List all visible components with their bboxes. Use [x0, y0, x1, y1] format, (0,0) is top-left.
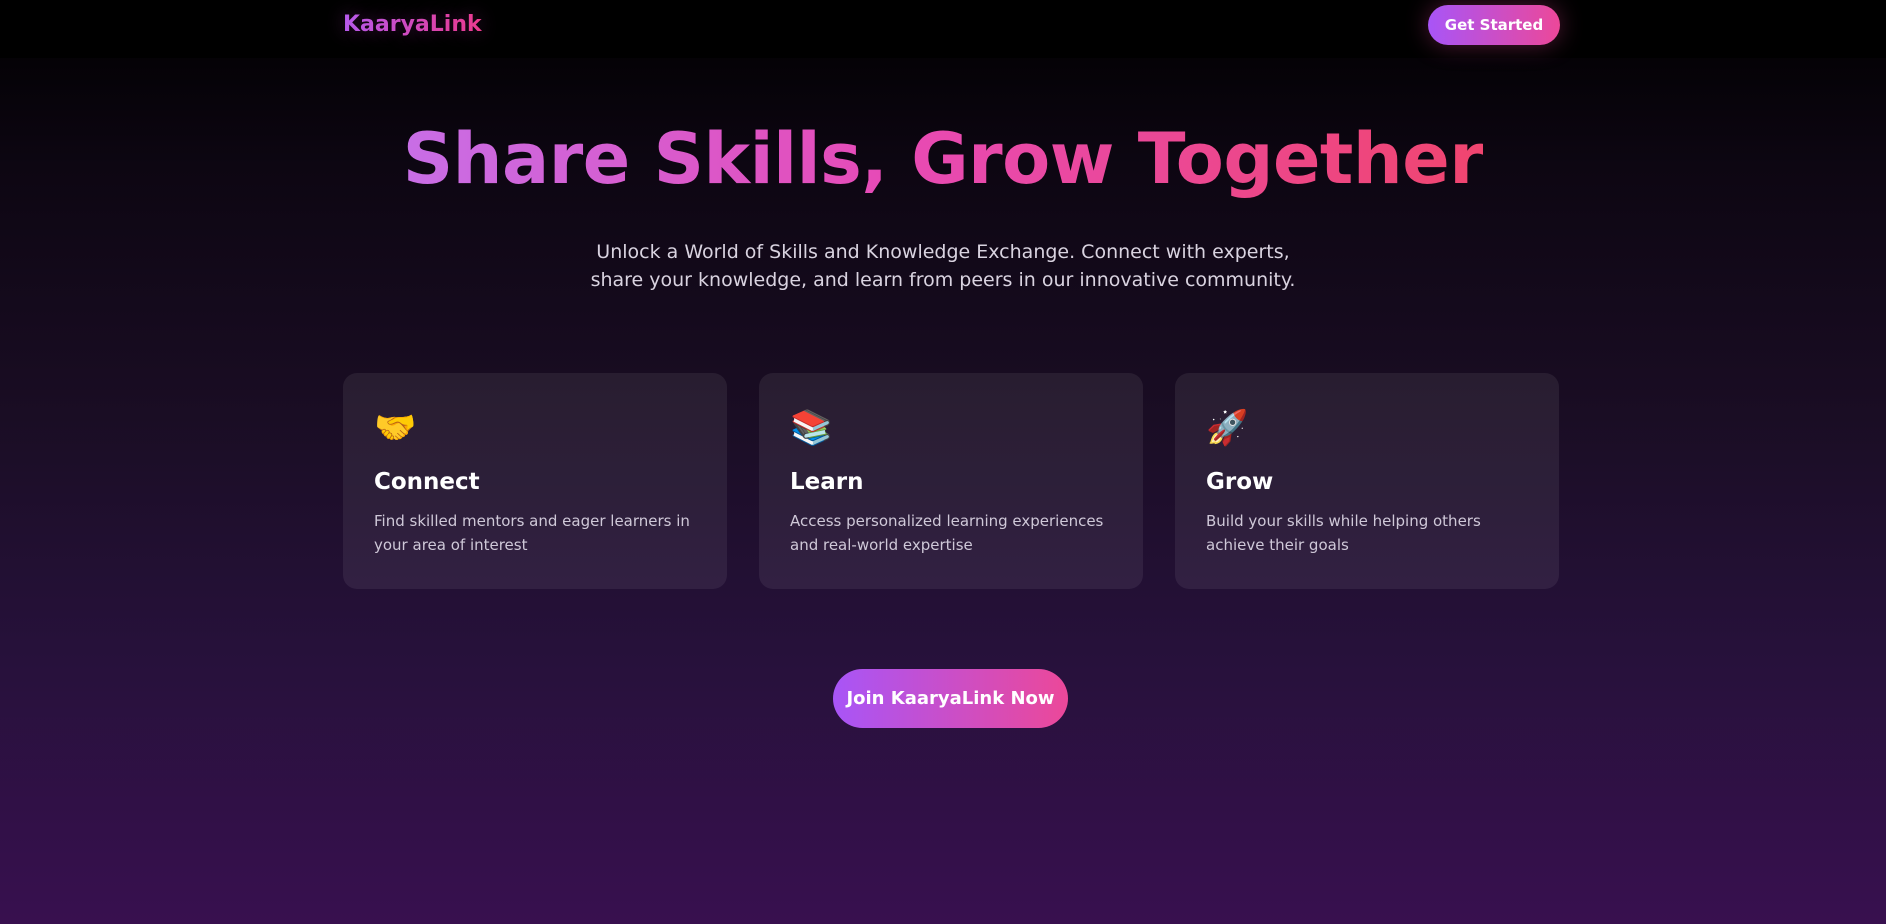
get-started-button[interactable]: Get Started	[1428, 5, 1560, 45]
feature-title: Learn	[790, 469, 864, 495]
feature-title: Connect	[374, 469, 480, 495]
feature-description: Access personalized learning experiences…	[790, 512, 1104, 554]
feature-description: Find skilled mentors and eager learners …	[374, 512, 690, 554]
feature-card-grow: 🚀 Grow Build your skills while helping o…	[1175, 373, 1559, 589]
feature-title: Grow	[1206, 469, 1274, 495]
feature-card-learn: 📚 Learn Access personalized learning exp…	[759, 373, 1143, 589]
books-icon: 📚	[790, 408, 833, 448]
navbar: KaaryaLink Get Started	[0, 0, 1886, 58]
feature-card-connect: 🤝 Connect Find skilled mentors and eager…	[343, 373, 727, 589]
handshake-icon: 🤝	[374, 408, 417, 448]
brand-logo[interactable]: KaaryaLink	[343, 12, 482, 37]
feature-description: Build your skills while helping others a…	[1206, 512, 1481, 554]
join-now-button[interactable]: Join KaaryaLink Now	[833, 669, 1068, 728]
hero-title: Share Skills, Grow Together	[402, 118, 1484, 200]
rocket-icon: 🚀	[1206, 408, 1249, 448]
hero-subtitle: Unlock a World of Skills and Knowledge E…	[590, 241, 1296, 291]
